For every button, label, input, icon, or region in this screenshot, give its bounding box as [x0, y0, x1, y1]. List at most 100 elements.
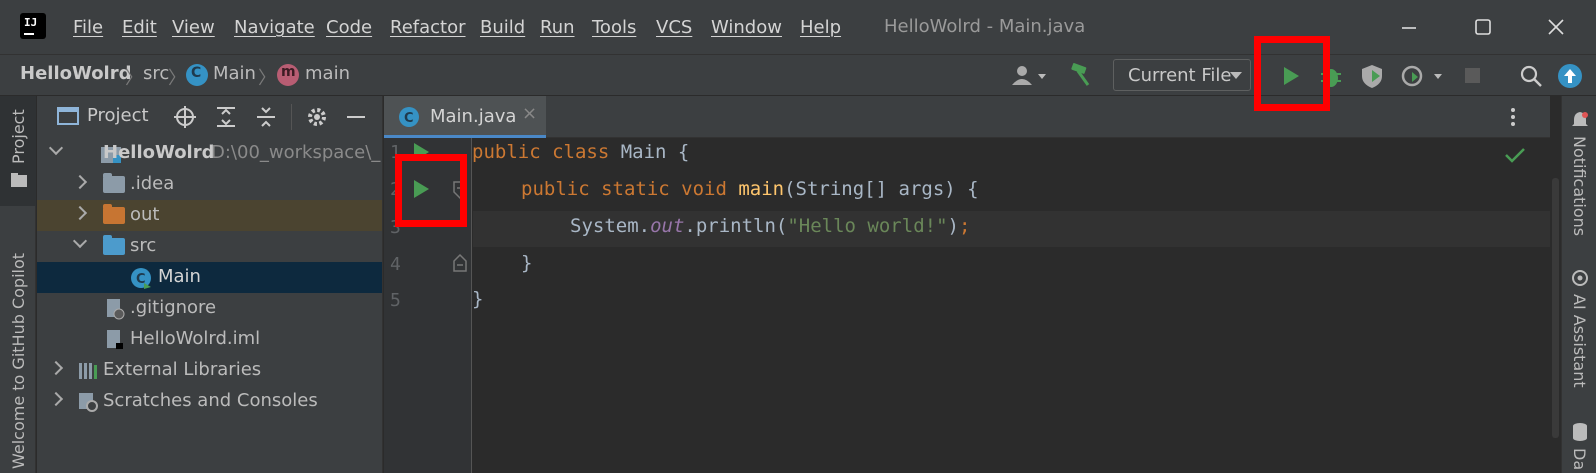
intellij-logo: IJ [20, 13, 46, 39]
search-everywhere-button[interactable] [1518, 63, 1544, 89]
menu-refactor[interactable]: Refactor [390, 17, 466, 38]
bell-icon[interactable] [1570, 110, 1590, 130]
tree-item-main[interactable]: C Main [37, 262, 382, 293]
project-tool-tab[interactable]: Project [0, 96, 36, 206]
chevron-down-icon [72, 233, 88, 249]
code-editor[interactable]: 1 2 3 4 5 public class Main { public sta… [384, 138, 1550, 473]
hammer-icon [1071, 63, 1090, 86]
fold-icon[interactable] [452, 253, 468, 273]
minimize-icon [1402, 27, 1416, 29]
right-tool-stripe: Notifications AI Assistant Da [1561, 96, 1596, 473]
tree-item-src[interactable]: src [37, 231, 382, 262]
chevron-down-icon [48, 140, 64, 156]
more-options-icon[interactable] [1508, 106, 1518, 128]
editor-tabs: C Main.java × [384, 96, 1550, 138]
ai-assistant-icon[interactable] [1570, 268, 1590, 288]
chevron-right-icon [72, 174, 88, 190]
highlight-box-run-toolbar [1254, 36, 1330, 111]
svg-text:C: C [404, 111, 414, 126]
tree-item-project-root[interactable]: HelloWolrd D:\00_workspace\_ [37, 138, 382, 169]
method-icon [277, 64, 299, 86]
ai-assistant-tab[interactable]: AI Assistant [1562, 292, 1596, 392]
locate-icon[interactable] [173, 105, 197, 129]
tree-item-scratches[interactable]: Scratches and Consoles [37, 386, 382, 417]
menu-code[interactable]: Code [326, 17, 372, 38]
tree-item-external-libraries[interactable]: External Libraries [37, 355, 382, 386]
menu-file[interactable]: File [73, 17, 103, 38]
close-tab-icon[interactable]: × [522, 103, 537, 124]
class-icon [186, 64, 208, 86]
module-file-icon [107, 330, 123, 349]
tab-main-java[interactable]: C Main.java × [384, 96, 546, 138]
profiler-button[interactable] [1400, 62, 1448, 90]
breadcrumb-src[interactable]: src [143, 63, 169, 84]
run-with-coverage-button[interactable] [1358, 62, 1386, 90]
code-line-2: public static void main(String[] args) { [521, 178, 979, 200]
tree-item-iml[interactable]: HelloWolrd.iml [37, 324, 382, 355]
menu-window[interactable]: Window [711, 17, 782, 38]
maximize-button[interactable] [1468, 12, 1498, 42]
minimize-button[interactable] [1394, 12, 1424, 42]
gear-icon[interactable] [305, 105, 329, 129]
excluded-folder-icon [103, 204, 125, 224]
scratches-icon [79, 393, 98, 412]
chevron-right-icon: 〉 [258, 68, 276, 89]
menu-view[interactable]: View [172, 17, 215, 38]
code-line-5: } [472, 288, 484, 310]
class-icon: C [131, 268, 151, 289]
updates-button[interactable] [1556, 62, 1584, 90]
menu-edit[interactable]: Edit [122, 17, 157, 38]
project-panel-title: Project [87, 105, 149, 126]
expand-all-icon[interactable] [215, 105, 237, 129]
menu-navigate[interactable]: Navigate [234, 17, 315, 38]
left-tool-stripe: Project Welcome to GitHub Copilot [0, 96, 36, 473]
folder-icon [11, 173, 27, 187]
stop-icon [1465, 68, 1480, 83]
search-icon [1520, 65, 1542, 87]
chevron-right-icon [48, 391, 64, 407]
line-number: 4 [390, 254, 401, 275]
ignore-file-icon [107, 299, 125, 320]
divider [291, 104, 292, 130]
breadcrumb-project[interactable]: HelloWolrd [20, 63, 132, 84]
menu-tools[interactable]: Tools [592, 17, 636, 38]
close-window-button[interactable] [1541, 12, 1571, 42]
folder-icon [103, 173, 125, 193]
tree-item-idea[interactable]: .idea [37, 169, 382, 200]
project-view-icon [57, 107, 79, 125]
tree-item-out[interactable]: out [37, 200, 382, 231]
chevron-right-icon [72, 205, 88, 221]
run-configuration-select[interactable]: Current File [1113, 59, 1251, 91]
chevron-right-icon: 〉 [125, 68, 143, 89]
arrow-up-icon [1558, 64, 1582, 88]
navigation-bar: HelloWolrd 〉 src 〉 Main 〉 main Current F… [0, 54, 1596, 96]
github-copilot-tab[interactable]: Welcome to GitHub Copilot [0, 221, 36, 473]
vcs-user-button[interactable] [1008, 63, 1050, 89]
source-folder-icon [103, 235, 125, 255]
window-title: HelloWolrd - Main.java [884, 16, 1086, 37]
code-line-1: public class Main { [472, 141, 690, 163]
database-icon[interactable] [1570, 422, 1590, 442]
user-icon [1012, 66, 1046, 85]
menu-help[interactable]: Help [800, 17, 841, 38]
build-button[interactable] [1068, 61, 1096, 89]
menu-build[interactable]: Build [480, 17, 525, 38]
code-line-4: } [521, 252, 533, 274]
menu-vcs[interactable]: VCS [656, 17, 692, 38]
database-tab[interactable]: Da [1562, 446, 1596, 473]
project-panel-header: Project [37, 96, 382, 138]
notifications-tab[interactable]: Notifications [1562, 132, 1596, 242]
class-icon: C [399, 107, 419, 127]
collapse-all-icon[interactable] [255, 105, 277, 129]
breadcrumb-class[interactable]: Main [213, 63, 256, 84]
breadcrumb-method[interactable]: main [305, 63, 350, 84]
menu-run[interactable]: Run [540, 17, 575, 38]
maximize-icon [1475, 19, 1491, 35]
title-bar: IJ File Edit View Navigate Code Refactor… [0, 0, 1596, 54]
minimize-panel-icon[interactable] [345, 105, 367, 129]
code-line-3: System.out.println("Hello world!"); [570, 215, 971, 237]
stop-button[interactable] [1462, 65, 1484, 87]
no-problems-check-icon[interactable] [1504, 146, 1526, 164]
tree-item-gitignore[interactable]: .gitignore [37, 293, 382, 324]
editor-scrollbar[interactable] [1550, 138, 1561, 473]
